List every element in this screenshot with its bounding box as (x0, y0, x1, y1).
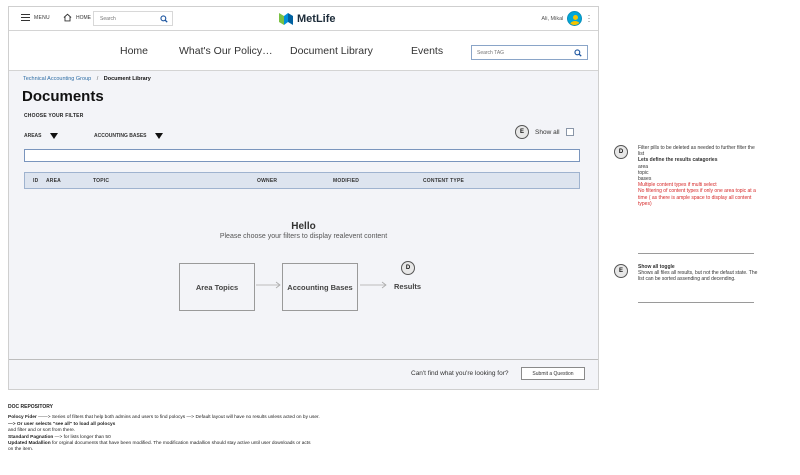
show-all-label: Show all (535, 128, 560, 136)
annotation-e-text: Shows all files all results, but not the… (638, 270, 758, 283)
repo-label-pagination: Standard Pagnation (8, 434, 54, 440)
annotation-e-body: Show all toggle Shows all files all resu… (638, 264, 762, 283)
areas-dropdown[interactable]: AREAS (24, 133, 58, 139)
content-area: Technical Accounting Group / Document Li… (9, 71, 598, 359)
hamburger-icon (21, 14, 30, 21)
top-search-input[interactable] (100, 15, 156, 22)
col-area[interactable]: AREA (46, 178, 61, 184)
submit-question-button[interactable]: Submit a Question (521, 367, 585, 380)
arrow-right-icon (360, 281, 387, 289)
metlife-logo-icon (279, 13, 293, 25)
repo-text-pagination: —> for lists longer than 50 (53, 434, 111, 440)
search-icon[interactable] (574, 48, 582, 57)
repo-label-medallion: Updated Madallion (8, 441, 51, 447)
caret-down-icon (49, 133, 58, 139)
primary-nav: Home What's Our Policy… Document Library… (9, 31, 598, 71)
annotation-d-line: Filter pills to be deleted as needed to … (638, 145, 755, 158)
empty-state-title: Hello (291, 221, 316, 232)
annotation-e: E Show all toggle Shows all files all re… (614, 264, 764, 304)
footer-band: Can't find what you're looking for? Subm… (9, 359, 598, 389)
doc-repository-notes: DOC REPOSITORY Polocy Fider ——> Series o… (8, 404, 608, 454)
metlife-logo[interactable]: MetLife (279, 13, 336, 25)
user-name: Ali, Mikal (541, 15, 564, 22)
accounting-bases-dropdown-label: ACCOUNTING BASES (94, 133, 147, 139)
nav-item-policy[interactable]: What's Our Policy… (179, 45, 273, 57)
annotation-divider (638, 253, 754, 254)
avatar[interactable] (567, 11, 583, 26)
nav-item-home[interactable]: Home (120, 45, 148, 57)
annotation-marker-d: D (401, 261, 415, 275)
annotation-marker-d: D (614, 145, 628, 159)
flow-results: Results (394, 282, 422, 291)
home-icon (63, 13, 72, 22)
nav-search-box (471, 45, 588, 60)
logo-text: MetLife (297, 13, 336, 25)
repo-label-finder: Polocy Fider (8, 415, 37, 421)
wireframe-frame: MENU HOME MetLife Ali, Mikal (8, 6, 599, 390)
col-content-type[interactable]: CONTENT TYPE (423, 178, 464, 184)
menu-button[interactable]: MENU (21, 14, 50, 21)
home-button[interactable]: HOME (63, 13, 91, 22)
arrow-right-icon (256, 281, 281, 289)
col-owner[interactable]: OWNER (257, 178, 277, 184)
annotation-d: D Filter pills to be deleted as needed t… (614, 145, 764, 235)
repo-heading: DOC REPOSITORY (8, 404, 54, 410)
annotation-marker-e: E (515, 125, 529, 139)
col-id[interactable]: ID (33, 178, 38, 184)
menu-label: MENU (34, 14, 50, 21)
breadcrumb-separator: / (96, 76, 99, 82)
col-modified[interactable]: MODIFIED (333, 178, 359, 184)
breadcrumb-current: Document Library (103, 76, 151, 82)
kebab-menu-icon[interactable] (588, 14, 590, 23)
top-bar: MENU HOME MetLife Ali, Mikal (9, 7, 598, 31)
user-menu[interactable]: Ali, Mikal (541, 11, 590, 26)
annotation-d-body: Filter pills to be deleted as needed to … (638, 145, 762, 207)
repo-line-6: on the item. (8, 447, 34, 453)
repo-label-see-all: —> Or user selects "see all" to load all… (8, 421, 116, 427)
accounting-bases-dropdown[interactable]: ACCOUNTING BASES (94, 133, 163, 139)
page-title: Documents (22, 88, 104, 105)
table-header: ID AREA TOPIC OWNER MODIFIED CONTENT TYP… (24, 172, 580, 189)
show-all-toggle[interactable]: E Show all (515, 125, 574, 139)
repo-text-finder: ——> Series of filters that help both adm… (36, 415, 320, 421)
empty-state-subtitle: Please choose your filters to display re… (219, 233, 388, 240)
search-icon[interactable] (160, 14, 168, 23)
annotation-marker-e: E (614, 264, 628, 278)
nav-item-document-library[interactable]: Document Library (290, 45, 373, 57)
filter-heading: CHOOSE YOUR FILTER (24, 113, 84, 119)
show-all-checkbox[interactable] (565, 128, 574, 136)
caret-down-icon (154, 133, 163, 139)
top-search-box (93, 11, 173, 26)
cant-find-text: Can't find what you're looking for? (411, 370, 509, 377)
repo-text-medallion: for orginal documents that have been mod… (50, 441, 311, 447)
nav-search-input[interactable] (477, 49, 567, 56)
home-label: HOME (76, 14, 91, 21)
col-topic[interactable]: TOPIC (93, 178, 109, 184)
nav-item-events[interactable]: Events (411, 45, 443, 57)
flow-accounting-bases: Accounting Bases (282, 263, 358, 311)
breadcrumb-parent[interactable]: Technical Accounting Group (23, 76, 91, 82)
annotation-divider (638, 302, 754, 303)
areas-dropdown-label: AREAS (24, 133, 42, 139)
flow-area-topics: Area Topics (179, 263, 255, 311)
filter-pills-input[interactable] (24, 149, 580, 162)
annotation-d-red-note: No filtering of content types if only on… (638, 188, 756, 207)
breadcrumb: Technical Accounting Group / Document Li… (23, 76, 151, 82)
